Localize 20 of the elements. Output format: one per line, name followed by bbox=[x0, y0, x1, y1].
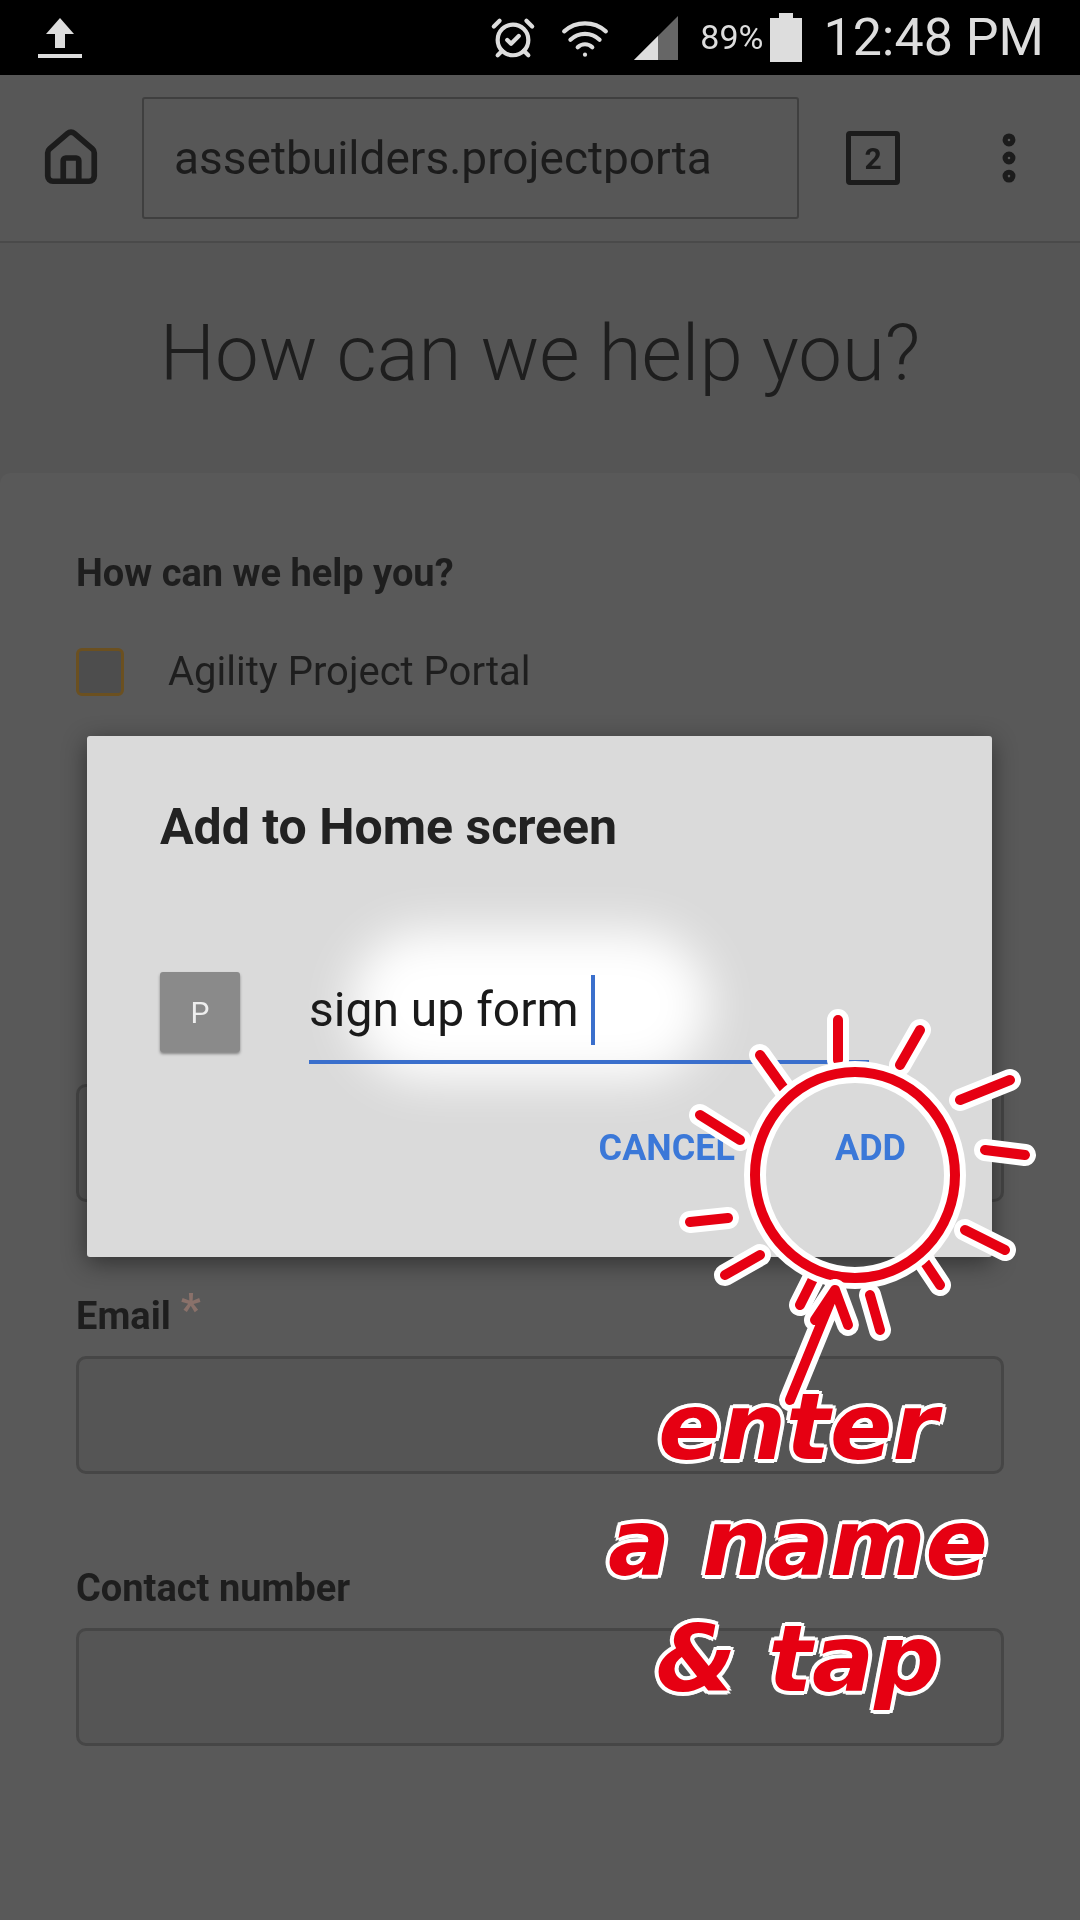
url-field[interactable]: assetbuilders.projectporta bbox=[142, 97, 799, 219]
tab-count[interactable]: 2 bbox=[846, 131, 900, 185]
dialog-title: Add to Home screen bbox=[160, 802, 619, 852]
input-field[interactable] bbox=[76, 1356, 1004, 1474]
site-icon: P bbox=[160, 972, 240, 1052]
field-label: Contact number bbox=[76, 1565, 351, 1612]
question-label: How can we help you? bbox=[76, 550, 455, 597]
battery-icon bbox=[769, 12, 804, 63]
add-button[interactable]: ADD bbox=[835, 1120, 906, 1176]
handwritten-note: & tap bbox=[654, 1605, 942, 1715]
required-mark: * bbox=[180, 1288, 201, 1332]
option-label: Agility Project Portal bbox=[168, 647, 531, 697]
checkbox[interactable] bbox=[76, 648, 124, 696]
battery-percent: 89% bbox=[700, 16, 764, 59]
handwritten-note: enter bbox=[640, 1370, 956, 1486]
cancel-button[interactable]: CANCEL bbox=[598, 1120, 735, 1176]
handwritten-note: a name bbox=[607, 1489, 989, 1599]
clock-time: 12:48 PM bbox=[823, 5, 1044, 70]
field-label: Email bbox=[76, 1293, 171, 1340]
name-input[interactable]: sign up form bbox=[309, 960, 869, 1064]
